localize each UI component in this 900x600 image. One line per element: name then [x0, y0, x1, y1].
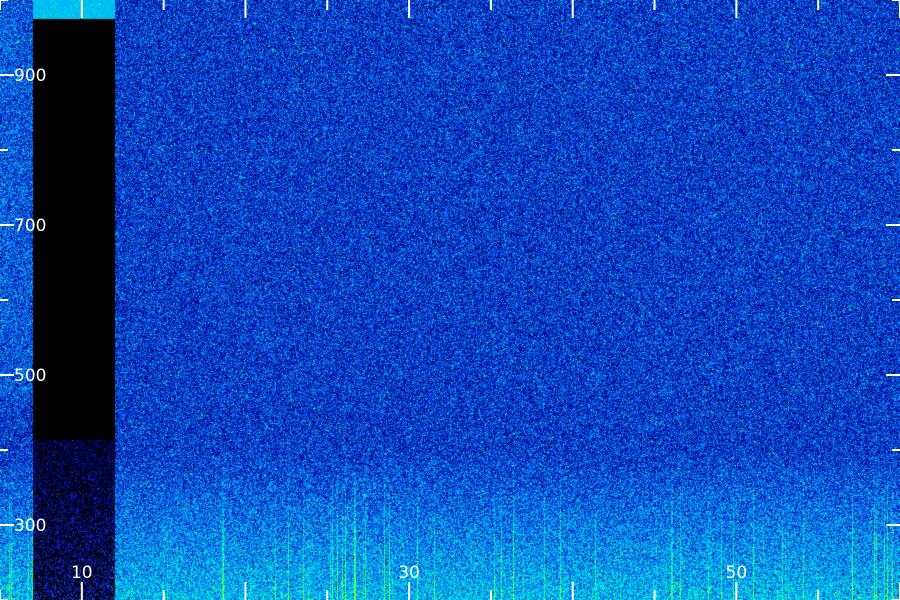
x-tick-label: 50: [726, 563, 748, 583]
x-tick-label: 10: [71, 563, 93, 583]
y-tick-label: 500: [14, 366, 46, 386]
y-tick-label: 700: [14, 216, 46, 236]
spectrogram-chart: 10 30 50 300 500 700 900: [0, 0, 900, 600]
spectrogram-heatmap: [0, 0, 900, 600]
y-tick-label: 300: [14, 516, 46, 536]
y-tick-label: 900: [14, 66, 46, 86]
x-tick-label: 30: [398, 563, 420, 583]
spectrogram-svg: 10 30 50 300 500 700 900: [0, 0, 900, 600]
